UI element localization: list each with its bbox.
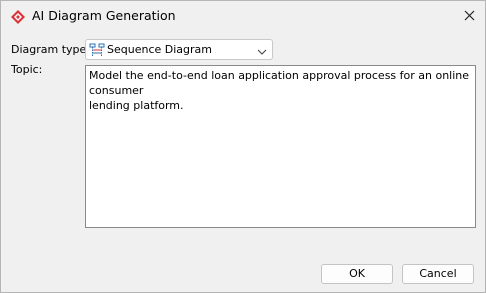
diagram-type-label: Diagram type: (11, 43, 91, 56)
topic-label: Topic: (11, 63, 43, 76)
cancel-button[interactable]: Cancel (402, 264, 474, 284)
close-icon (464, 10, 475, 24)
window-title: AI Diagram Generation (32, 8, 176, 23)
ok-button[interactable]: OK (321, 264, 393, 284)
diagram-type-value: Sequence Diagram (107, 43, 212, 56)
sequence-diagram-icon (89, 43, 105, 57)
close-button[interactable] (453, 1, 485, 32)
topic-textarea[interactable]: Model the end-to-end loan application ap… (85, 65, 476, 228)
diagram-type-select[interactable]: Sequence Diagram (85, 39, 273, 60)
dialog-window: AI Diagram Generation Diagram type: Sequ… (0, 0, 486, 293)
app-logo-icon (10, 9, 26, 25)
title-bar: AI Diagram Generation (1, 1, 485, 32)
chevron-down-icon (257, 46, 267, 55)
